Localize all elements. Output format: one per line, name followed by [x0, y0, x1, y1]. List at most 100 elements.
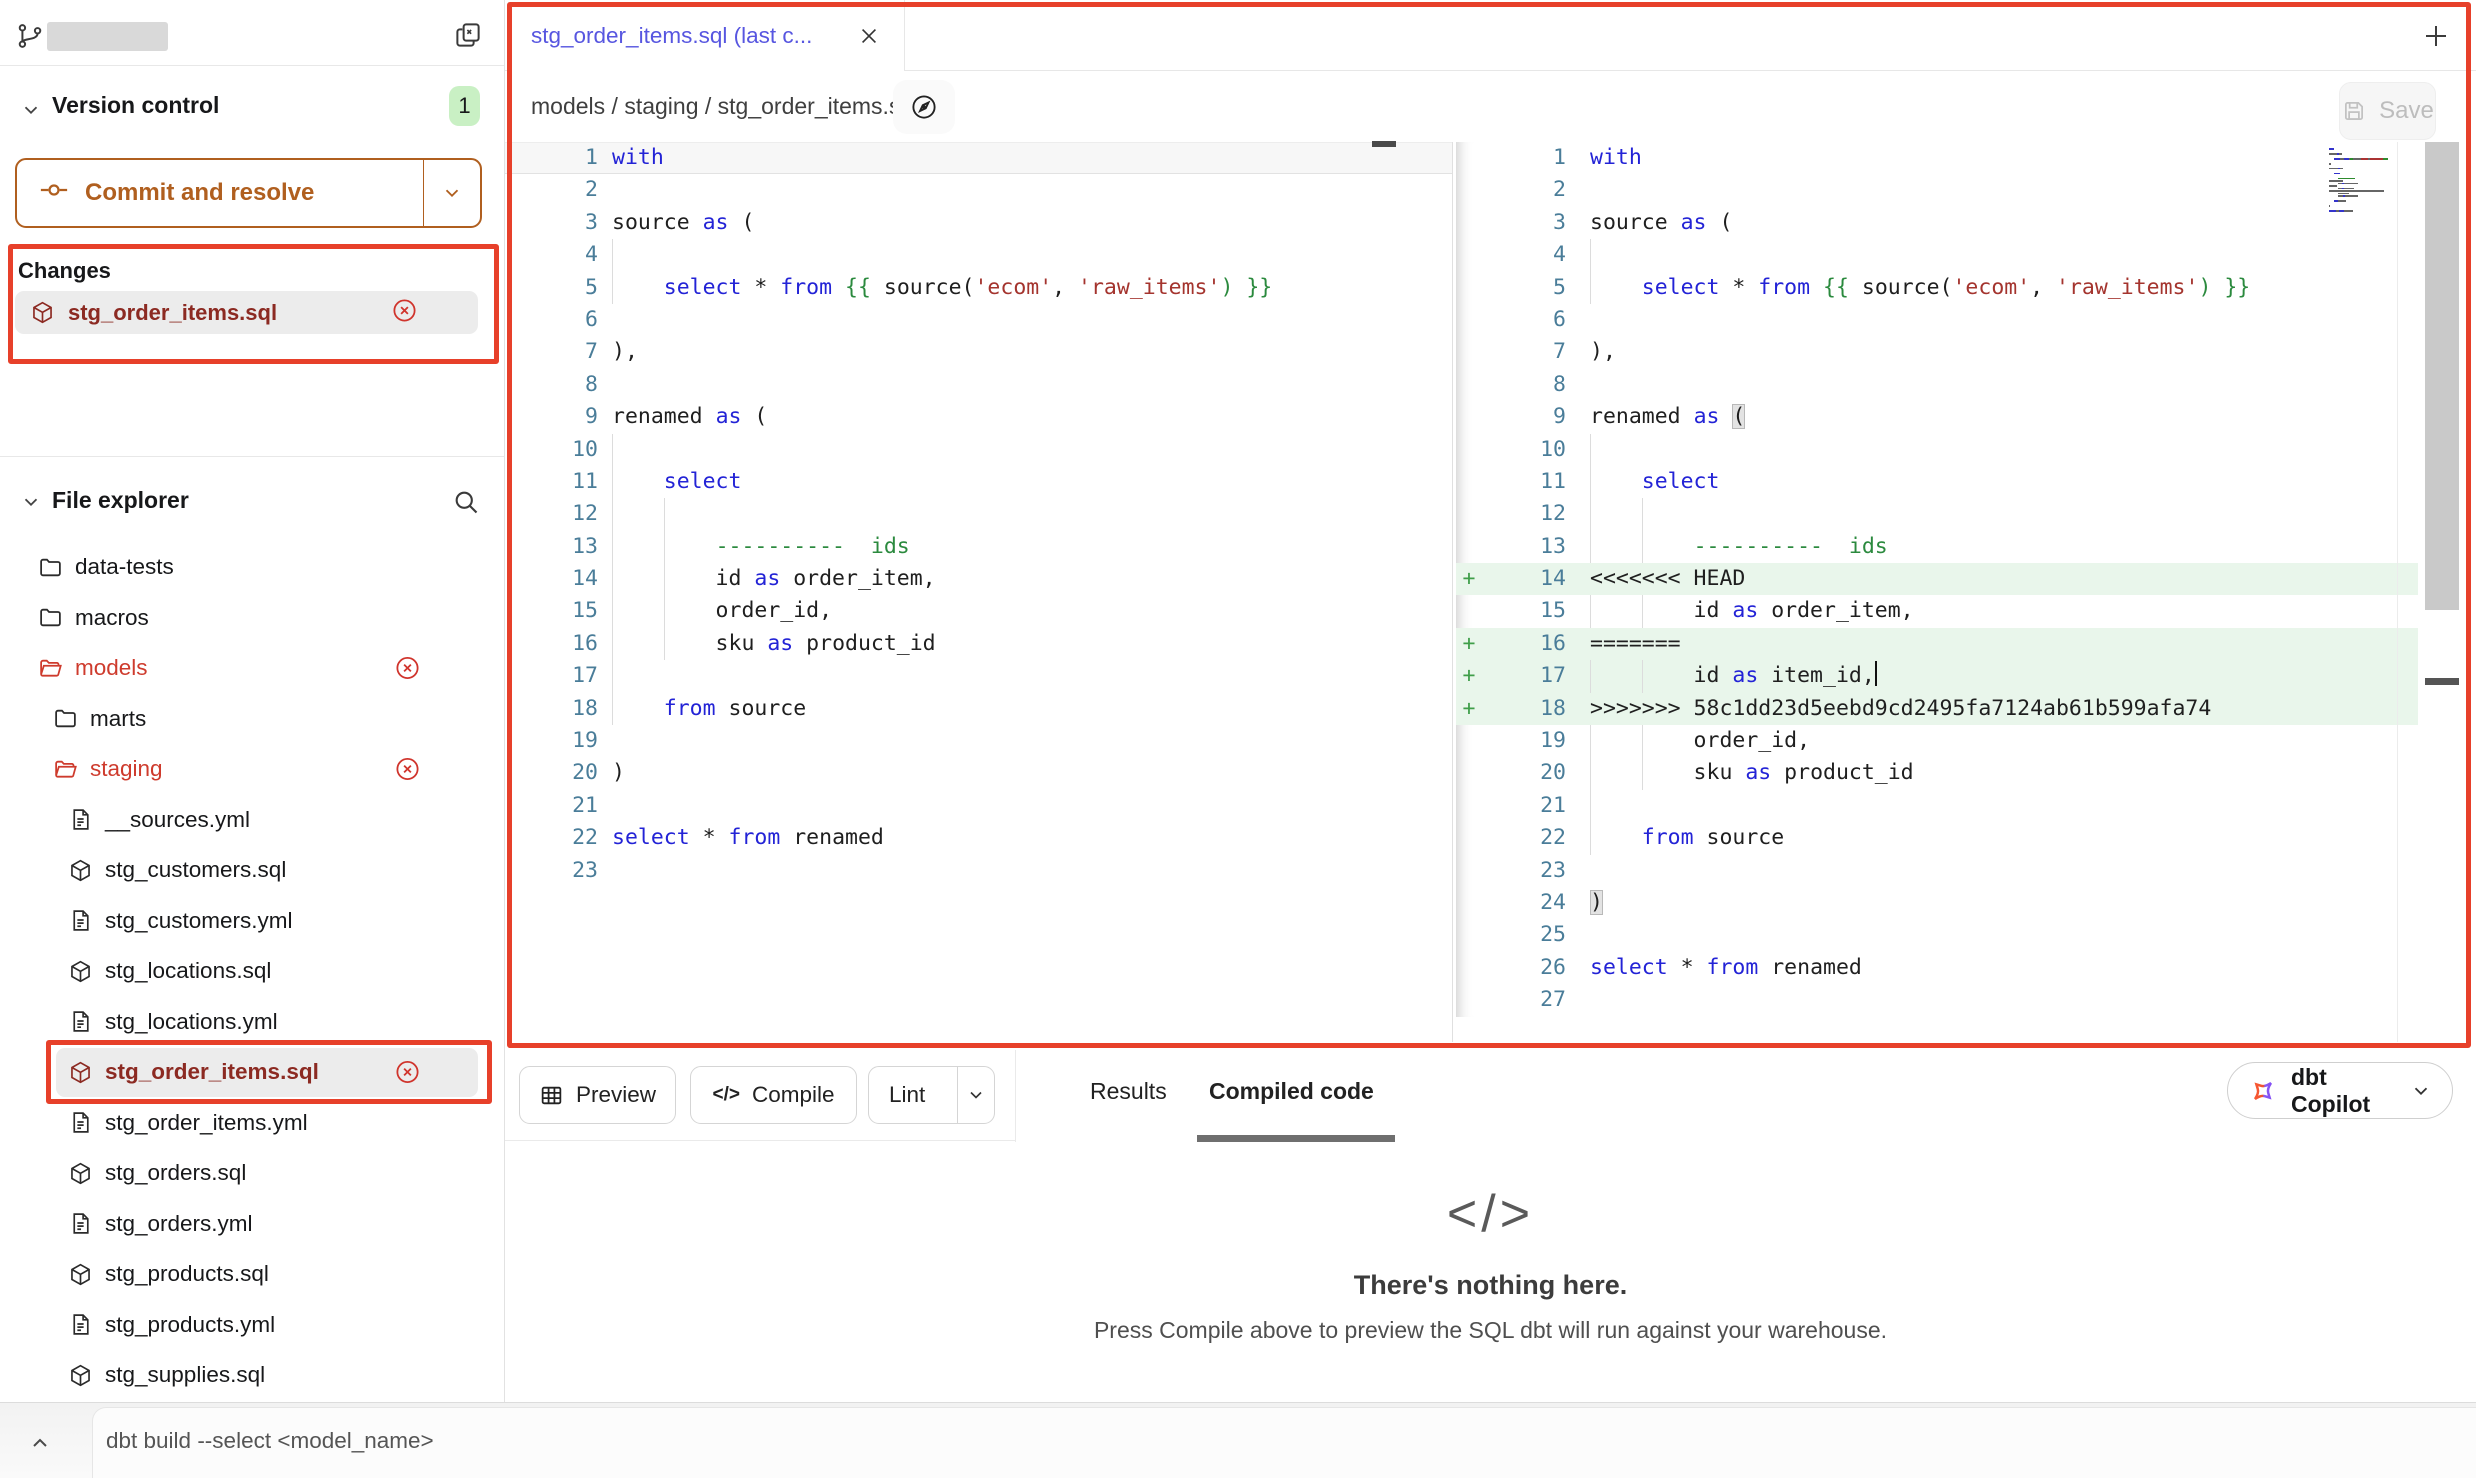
code-line[interactable]: 3source as ( — [505, 207, 1452, 239]
code-line[interactable]: 13 ---------- ids — [1456, 531, 2418, 563]
file-explorer-item[interactable]: stg_customers.yml — [0, 896, 504, 947]
file-explorer-item[interactable]: stg_order_items.sql — [0, 1047, 504, 1098]
left-pane-scrollbar[interactable] — [1372, 141, 1396, 147]
file-explorer-item[interactable]: stg_locations.sql — [0, 946, 504, 997]
code-line[interactable]: 10 — [505, 434, 1452, 466]
file-explorer-item[interactable]: stg_order_items.yml — [0, 1098, 504, 1149]
code-line[interactable]: 11 select — [505, 466, 1452, 498]
code-line[interactable]: 14 id as order_item, — [505, 563, 1452, 595]
code-line[interactable]: 21 — [1456, 790, 2418, 822]
code-line[interactable]: 15 order_id, — [505, 595, 1452, 627]
tab-stg-order-items[interactable]: stg_order_items.sql (last c... — [507, 0, 905, 71]
code-line[interactable]: 20) — [505, 757, 1452, 789]
discard-change-icon[interactable] — [394, 1059, 421, 1086]
code-line[interactable]: 27 — [1456, 984, 2418, 1016]
tab-compiled-code[interactable]: Compiled code — [1209, 1078, 1374, 1105]
code-line[interactable]: 19 — [505, 725, 1452, 757]
file-explorer-item[interactable]: stg_locations.yml — [0, 997, 504, 1048]
command-input-region[interactable] — [92, 1407, 2476, 1478]
code-line[interactable]: 20 sku as product_id — [1456, 757, 2418, 789]
code-line[interactable]: 2 — [505, 174, 1452, 206]
code-line[interactable]: 7), — [505, 336, 1452, 368]
code-line[interactable]: 6 — [1456, 304, 2418, 336]
code-line[interactable]: 4 — [1456, 239, 2418, 271]
lint-dropdown-button[interactable] — [957, 1067, 994, 1123]
code-line[interactable]: 4 — [505, 239, 1452, 271]
copy-icon[interactable] — [453, 20, 483, 50]
file-explorer-section-header[interactable]: File explorer — [0, 478, 504, 526]
code-line[interactable]: 12 — [505, 498, 1452, 530]
code-line[interactable]: 22select * from renamed — [505, 822, 1452, 854]
code-line[interactable]: 26select * from renamed — [1456, 952, 2418, 984]
code-line[interactable]: +14<<<<<<< HEAD — [1456, 563, 2418, 595]
preview-button[interactable]: Preview — [519, 1066, 676, 1124]
code-line[interactable]: 7), — [1456, 336, 2418, 368]
code-line[interactable]: 21 — [505, 790, 1452, 822]
file-explorer-item[interactable]: stg_orders.yml — [0, 1199, 504, 1250]
code-line[interactable]: 9renamed as ( — [505, 401, 1452, 433]
code-line[interactable]: 13 ---------- ids — [505, 531, 1452, 563]
code-line[interactable]: 5 select * from {{ source('ecom', 'raw_i… — [1456, 272, 2418, 304]
code-line[interactable]: 9renamed as ( — [1456, 401, 2418, 433]
lint-button[interactable]: Lint — [868, 1066, 995, 1124]
new-tab-button[interactable] — [2414, 14, 2458, 58]
dbt-copilot-button[interactable]: dbt Copilot — [2227, 1062, 2453, 1119]
file-explorer-item[interactable]: stg_supplies.sql — [0, 1350, 504, 1401]
command-input[interactable]: dbt build --select <model_name> — [106, 1428, 434, 1454]
code-line[interactable]: 8 — [1456, 369, 2418, 401]
code-line[interactable]: 19 order_id, — [1456, 725, 2418, 757]
code-line[interactable]: 15 id as order_item, — [1456, 595, 2418, 627]
right-pane-scrollbar[interactable] — [2425, 142, 2459, 610]
code-line[interactable]: 25 — [1456, 919, 2418, 951]
file-explorer-item[interactable]: models — [0, 643, 504, 694]
pane-divider[interactable] — [1452, 142, 1453, 1042]
file-explorer-item[interactable]: marts — [0, 694, 504, 745]
file-explorer-item[interactable]: __sources.yml — [0, 795, 504, 846]
code-line[interactable]: 3source as ( — [1456, 207, 2418, 239]
file-explorer-item[interactable]: stg_orders.sql — [0, 1148, 504, 1199]
code-line[interactable]: +18>>>>>>> 58c1dd23d5eebd9cd2495fa7124ab… — [1456, 693, 2418, 725]
discard-change-icon[interactable] — [391, 297, 418, 329]
code-line[interactable]: 5 select * from {{ source('ecom', 'raw_i… — [505, 272, 1452, 304]
code-line[interactable]: 17 — [505, 660, 1452, 692]
tab-results[interactable]: Results — [1090, 1078, 1167, 1105]
code-line[interactable]: 2 — [1456, 174, 2418, 206]
code-line[interactable]: 23 — [505, 855, 1452, 887]
search-icon[interactable] — [452, 488, 480, 516]
code-line[interactable]: 24) — [1456, 887, 2418, 919]
commit-and-resolve-button[interactable]: Commit and resolve — [15, 158, 482, 228]
code-line[interactable]: 10 — [1456, 434, 2418, 466]
version-control-section-header[interactable]: Version control 1 — [0, 84, 504, 130]
minimap[interactable] — [2327, 146, 2419, 217]
code-line[interactable]: 23 — [1456, 855, 2418, 887]
file-explorer-item[interactable]: macros — [0, 593, 504, 644]
file-explorer-item[interactable]: stg_products.yml — [0, 1300, 504, 1351]
file-explorer-item[interactable]: staging — [0, 744, 504, 795]
file-explorer-item[interactable]: stg_customers.sql — [0, 845, 504, 896]
code-line[interactable]: 11 select — [1456, 466, 2418, 498]
code-line[interactable]: +16======= — [1456, 628, 2418, 660]
discard-change-icon[interactable] — [394, 756, 421, 783]
code-editor-right[interactable]: 1with23source as (45 select * from {{ so… — [1456, 142, 2476, 1017]
code-line[interactable]: 1with — [1456, 142, 2418, 174]
file-explorer-item[interactable]: stg_products.sql — [0, 1249, 504, 1300]
compile-button[interactable]: </> Compile — [690, 1066, 857, 1124]
file-explorer-item[interactable]: data-tests — [0, 542, 504, 593]
chevron-up-icon[interactable] — [22, 1425, 58, 1461]
commit-dropdown-button[interactable] — [423, 160, 480, 226]
code-line[interactable]: 6 — [505, 304, 1452, 336]
close-icon[interactable] — [858, 25, 880, 47]
code-line[interactable]: 22 from source — [1456, 822, 2418, 854]
lineage-icon[interactable] — [893, 80, 955, 134]
code-editor-left[interactable]: 1with23source as (45 select * from {{ so… — [505, 142, 1452, 887]
code-line[interactable]: 1with — [505, 142, 1452, 174]
code-line[interactable]: 12 — [1456, 498, 2418, 530]
git-branch-icon[interactable] — [16, 22, 44, 50]
save-button[interactable]: Save — [2339, 82, 2436, 140]
code-line[interactable]: 8 — [505, 369, 1452, 401]
code-line[interactable]: +17 id as item_id, — [1456, 660, 2418, 692]
code-line[interactable]: 16 sku as product_id — [505, 628, 1452, 660]
discard-change-icon[interactable] — [394, 655, 421, 682]
changes-file-row[interactable]: stg_order_items.sql — [15, 291, 478, 334]
code-line[interactable]: 18 from source — [505, 693, 1452, 725]
